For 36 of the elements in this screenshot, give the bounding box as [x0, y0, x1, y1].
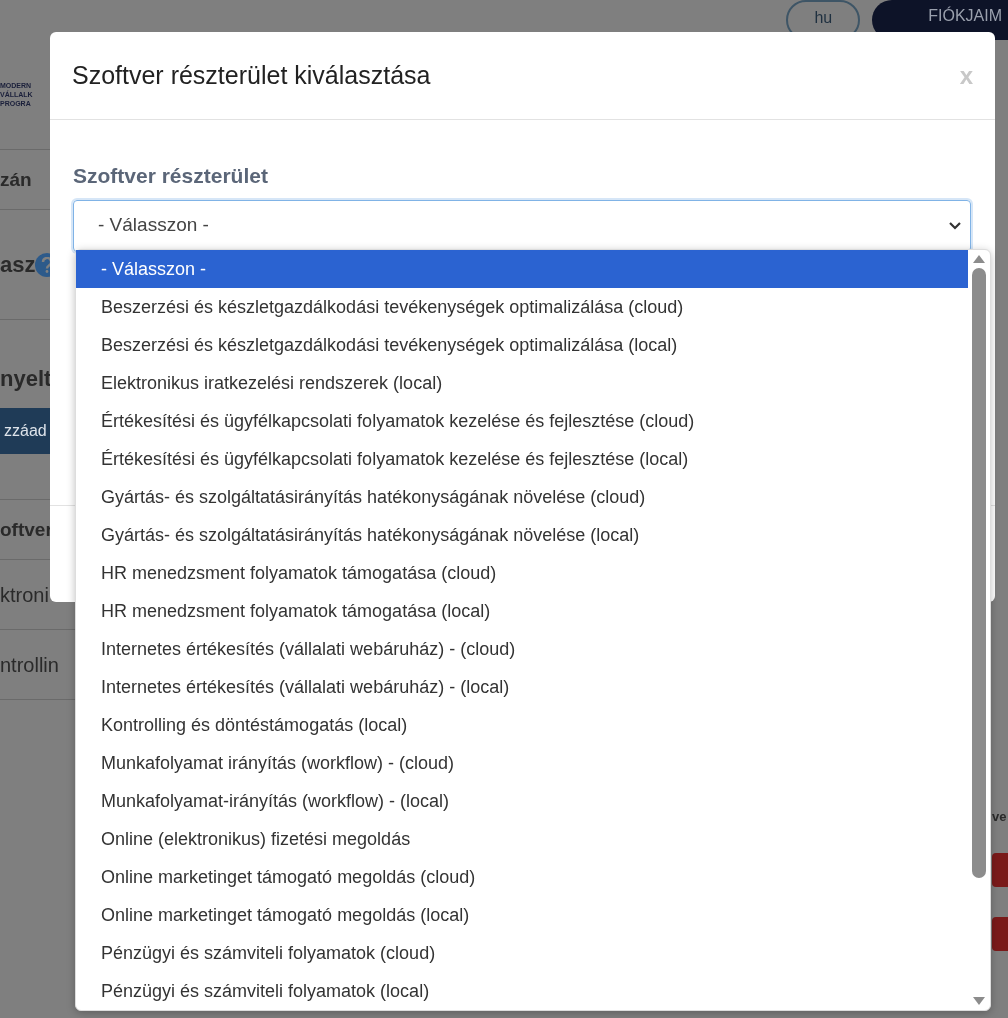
dropdown-option[interactable]: Online marketinget támogató megoldás (cloud) [76, 858, 968, 896]
page-text-fragment: ve [992, 810, 1008, 823]
badge-fragment [992, 917, 1008, 951]
dropdown-option[interactable]: Beszerzési és készletgazdálkodási tevékenységek optimalizálása (cloud) [76, 288, 968, 326]
dropdown-option[interactable]: Internetes értékesítés (vállalati webáruház) - (cloud) [76, 630, 968, 668]
chevron-down-icon [948, 220, 962, 231]
table-cell-fragment: ktroni [0, 584, 49, 605]
dropdown-option[interactable]: HR menedzsment folyamatok támogatása (cloud) [76, 554, 968, 592]
scrollbar-thumb[interactable] [972, 268, 986, 878]
scroll-down-icon[interactable] [972, 996, 986, 1006]
dropdown-option[interactable]: Pénzügyi és számviteli folyamatok (cloud) [76, 934, 968, 972]
dropdown-option[interactable]: Online marketinget támogató megoldás (local) [76, 896, 968, 934]
dropdown-option[interactable]: HR menedzsment folyamatok támogatása (local) [76, 592, 968, 630]
page-text-fragment: asz [0, 253, 36, 276]
field-label: Szoftver részterület [73, 163, 269, 189]
table-cell-fragment: ntrollin [0, 654, 59, 675]
dropdown-option[interactable]: Kontrolling és döntéstámogatás (local) [76, 706, 968, 744]
modal-title: Szoftver részterület kiválasztása [72, 59, 431, 91]
scroll-up-icon[interactable] [972, 254, 986, 264]
dropdown-option[interactable]: Beszerzési és készletgazdálkodási tevékenységek optimalizálása (local) [76, 326, 968, 364]
dropdown-option[interactable]: Online (elektronikus) fizetési megoldás [76, 820, 968, 858]
dropdown-option[interactable]: Gyártás- és szolgáltatásirányítás hatékonyságának növelése (cloud) [76, 478, 968, 516]
dropdown-option[interactable]: Munkafolyamat irányítás (workflow) - (cloud) [76, 744, 968, 782]
dropdown-option[interactable]: - Válasszon - [76, 250, 968, 288]
dropdown-option[interactable]: Internetes értékesítés (vállalati webáruház) - (local) [76, 668, 968, 706]
dropdown-option[interactable]: Értékesítési és ügyfélkapcsolati folyamatok kezelése és fejlesztése (local) [76, 440, 968, 478]
page-text-fragment: oftver [0, 520, 53, 539]
dropdown-option[interactable]: Elektronikus iratkezelési rendszerek (local) [76, 364, 968, 402]
page-heading-fragment: nyelt [0, 368, 52, 390]
dropdown-option[interactable]: Gyártás- és szolgáltatásirányítás hatékonyságának növelése (local) [76, 516, 968, 554]
page-text-fragment: zán [0, 170, 32, 189]
dropdown-option[interactable]: Értékesítési és ügyfélkapcsolati folyamatok kezelése és fejlesztése (cloud) [76, 402, 968, 440]
select-field[interactable]: - Válasszon - [73, 199, 971, 252]
dropdown-option[interactable]: Munkafolyamat-irányítás (workflow) - (local) [76, 782, 968, 820]
dropdown-option[interactable]: Pénzügyi és számviteli folyamatok (local) [76, 972, 968, 1010]
badge-fragment [992, 853, 1008, 887]
